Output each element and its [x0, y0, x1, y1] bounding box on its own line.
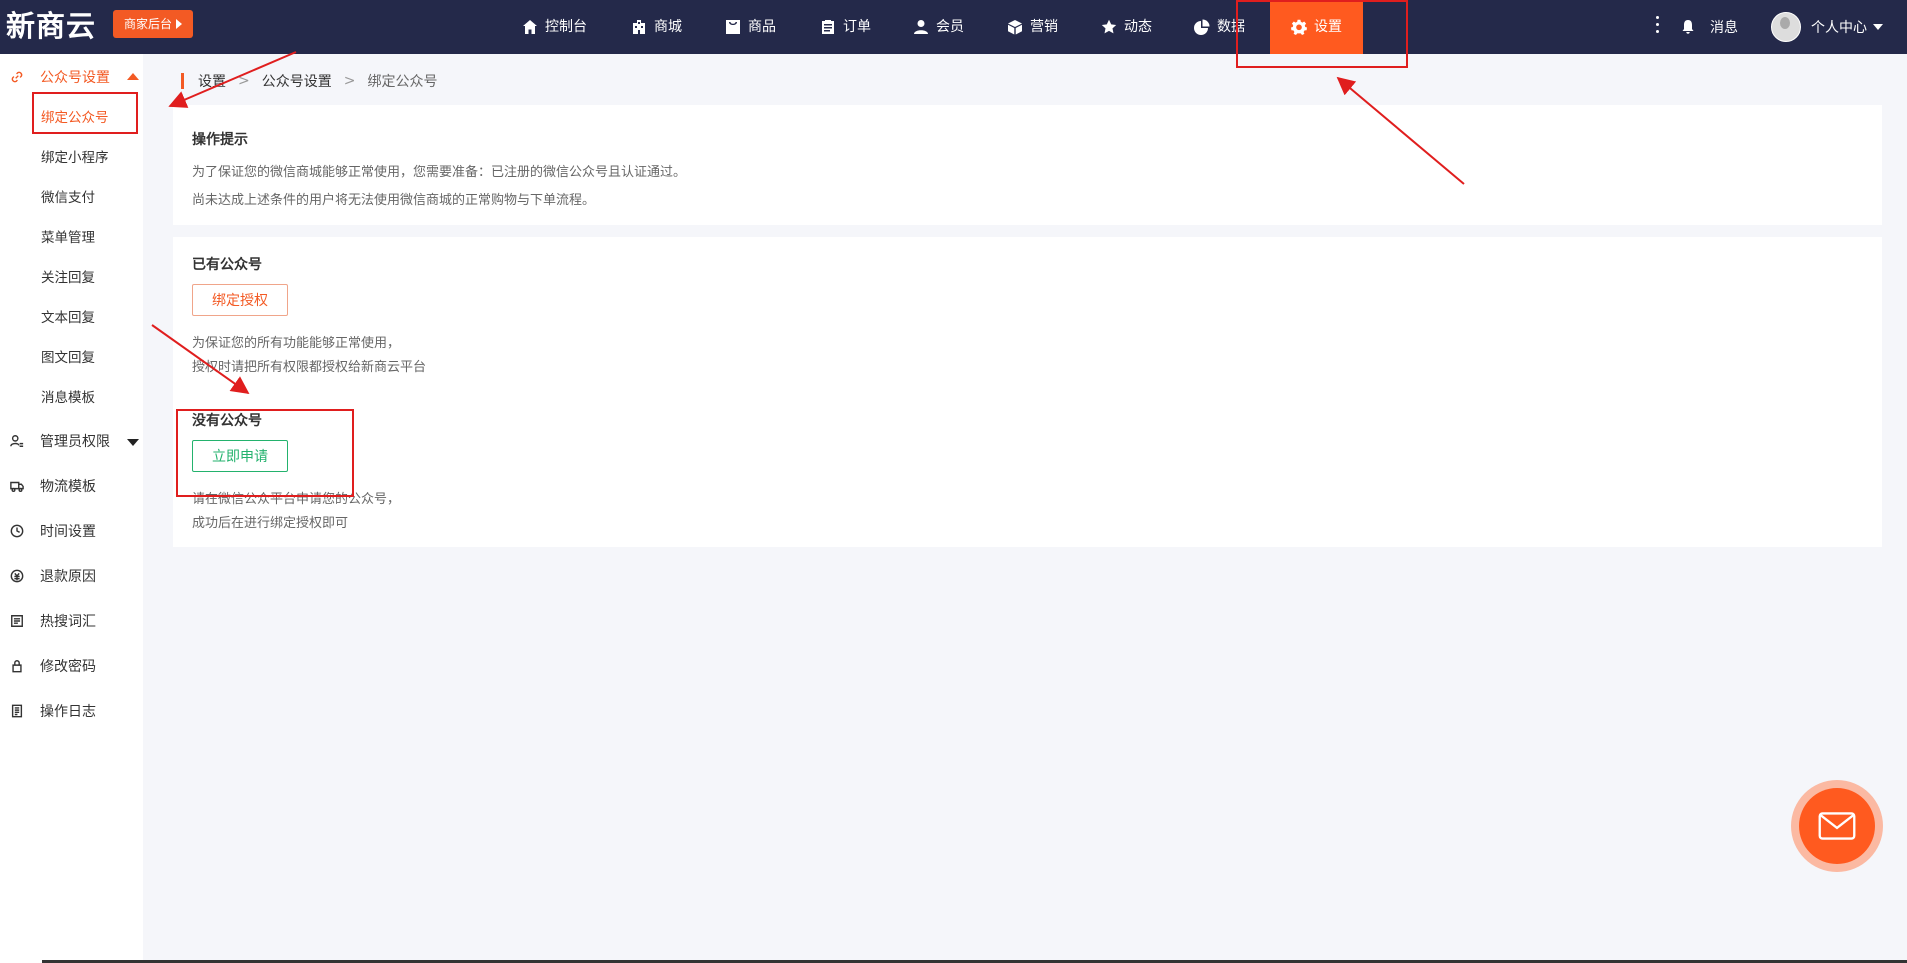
caret-right-icon: [176, 19, 182, 29]
annotation-box-settings: [1236, 0, 1408, 68]
log-icon: [11, 704, 23, 718]
sidebar-group-change-password[interactable]: 修改密码: [0, 646, 143, 686]
bind-authorize-button[interactable]: 绑定授权: [192, 284, 288, 316]
messages-label: 消息: [1710, 20, 1738, 36]
tips-line-1: 为了保证您的微信商城能够正常使用，您需要准备：已注册的微信公众号且认证通过。: [192, 165, 687, 180]
operation-tips-panel: 操作提示 为了保证您的微信商城能够正常使用，您需要准备：已注册的微信公众号且认证…: [173, 105, 1882, 225]
sidebar-item-text-reply[interactable]: 文本回复: [41, 306, 95, 330]
merchant-backend-button[interactable]: 商家后台: [113, 10, 193, 38]
user-icon: [914, 20, 928, 34]
sidebar-group-label: 管理员权限: [40, 434, 110, 450]
profile-label: 个人中心: [1811, 20, 1867, 36]
avatar: [1771, 12, 1801, 42]
sidebar-group-time-settings[interactable]: 时间设置: [0, 511, 143, 551]
nav-dashboard[interactable]: 控制台: [522, 0, 587, 54]
profile-menu[interactable]: 个人中心: [1771, 0, 1883, 54]
sidebar-group-label: 物流模板: [40, 479, 96, 495]
nav-members[interactable]: 会员: [913, 0, 964, 54]
official-account-panel: 已有公众号 绑定授权 为保证您的所有功能能够正常使用， 授权时请把所有权限都授权…: [173, 237, 1882, 547]
breadcrumb-item-current: 绑定公众号: [367, 74, 438, 90]
nav-orders-label: 订单: [843, 19, 871, 35]
sidebar: 公众号设置 绑定公众号 绑定小程序 微信支付 菜单管理 关注回复 文本回复 图文…: [0, 54, 143, 963]
sidebar-group-hot-search-words[interactable]: 热搜词汇: [0, 601, 143, 641]
pie-chart-icon: [1194, 19, 1210, 35]
has-account-note-2: 授权时请把所有权限都授权给新商云平台: [192, 360, 427, 375]
merchant-backend-label: 商家后台: [123, 17, 172, 31]
has-account-title: 已有公众号: [192, 257, 262, 273]
messages-button[interactable]: 消息: [1680, 0, 1738, 54]
nav-mall[interactable]: 商城: [631, 0, 682, 54]
cube-icon: [1008, 20, 1022, 35]
truck-icon: [10, 481, 24, 492]
sidebar-group-label: 退款原因: [40, 569, 96, 585]
admin-user-icon: [10, 435, 24, 447]
sidebar-item-message-template[interactable]: 消息模板: [41, 386, 95, 410]
sidebar-item-menu-management[interactable]: 菜单管理: [41, 226, 95, 250]
list-icon: [11, 615, 23, 627]
expand-arrow-icon[interactable]: [127, 439, 139, 446]
sidebar-group-operation-log[interactable]: 操作日志: [0, 691, 143, 731]
nav-orders[interactable]: 订单: [820, 0, 871, 54]
collapse-arrow-icon[interactable]: [127, 73, 139, 80]
bag-icon: [726, 20, 740, 34]
nav-updates-label: 动态: [1124, 19, 1152, 35]
breadcrumb-separator: >: [238, 73, 250, 89]
sidebar-item-follow-reply[interactable]: 关注回复: [41, 266, 95, 290]
nav-marketing-label: 营销: [1030, 19, 1058, 35]
home-icon: [523, 20, 537, 34]
sidebar-group-refund-reasons[interactable]: 退款原因: [0, 556, 143, 596]
sidebar-group-admin-permissions[interactable]: 管理员权限: [0, 421, 143, 461]
nav-marketing[interactable]: 营销: [1007, 0, 1058, 54]
nav-products[interactable]: 商品: [725, 0, 776, 54]
star-icon: [1101, 19, 1117, 34]
annotation-box-apply: [176, 409, 354, 497]
has-account-note-1: 为保证您的所有功能能够正常使用，: [192, 336, 401, 351]
chevron-down-icon: [1873, 24, 1883, 30]
tips-title: 操作提示: [192, 132, 248, 148]
breadcrumb-item-settings[interactable]: 设置: [198, 71, 226, 91]
sidebar-group-label: 热搜词汇: [40, 614, 96, 630]
nav-updates[interactable]: 动态: [1101, 0, 1152, 54]
sidebar-group-label: 时间设置: [40, 524, 96, 540]
breadcrumb-separator: >: [343, 73, 356, 89]
nav-mall-label: 商城: [654, 19, 682, 35]
bell-icon: [1682, 20, 1694, 34]
nav-dashboard-label: 控制台: [545, 19, 587, 35]
nav-members-label: 会员: [936, 19, 964, 35]
sidebar-group-label: 公众号设置: [40, 70, 110, 86]
clipboard-icon: [822, 20, 834, 34]
more-options-icon[interactable]: [1656, 16, 1660, 36]
lock-icon: [12, 660, 22, 673]
sidebar-group-logistics-template[interactable]: 物流模板: [0, 466, 143, 506]
breadcrumb-accent-bar: [181, 73, 184, 89]
top-navigation-bar: 新商云 商家后台 控制台 商城 商品 订单 会员 营销 动态 数据 设置 消息 …: [0, 0, 1907, 54]
breadcrumb-item-official-account-settings[interactable]: 公众号设置: [262, 71, 332, 91]
nav-products-label: 商品: [748, 19, 776, 35]
building-icon: [633, 20, 645, 34]
link-icon: [11, 71, 23, 83]
mail-icon: [1818, 812, 1856, 840]
sidebar-group-official-account[interactable]: 公众号设置: [0, 57, 143, 97]
mail-fab-button[interactable]: [1799, 788, 1875, 864]
tips-line-2: 尚未达成上述条件的用户将无法使用微信商城的正常购物与下单流程。: [192, 193, 596, 208]
refund-icon: [10, 569, 24, 583]
sidebar-group-label: 操作日志: [40, 704, 96, 720]
sidebar-item-wechat-pay[interactable]: 微信支付: [41, 186, 95, 210]
no-account-note-2: 成功后在进行绑定授权即可: [192, 516, 349, 531]
sidebar-item-image-text-reply[interactable]: 图文回复: [41, 346, 95, 370]
annotation-box-bind-account: [32, 92, 138, 134]
brand-logo[interactable]: 新商云: [6, 8, 96, 44]
sidebar-group-label: 修改密码: [40, 659, 96, 675]
clock-icon: [10, 524, 24, 538]
breadcrumb: 设置 > 公众号设置 > 绑定公众号: [181, 71, 437, 91]
sidebar-item-bind-mini-program[interactable]: 绑定小程序: [41, 146, 109, 170]
